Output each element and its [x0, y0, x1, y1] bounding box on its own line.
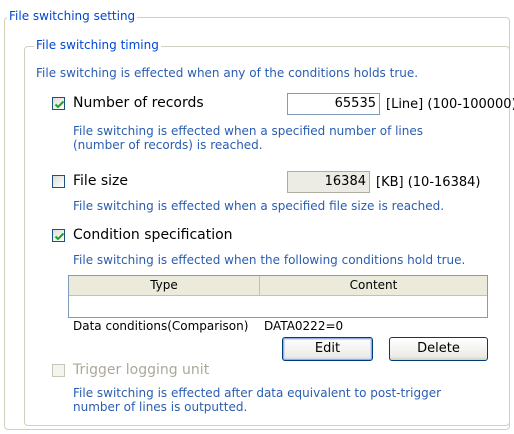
check-mark-icon — [54, 232, 65, 241]
check-mark-icon — [54, 100, 65, 109]
trigger-description-line1: File switching is effected after data eq… — [73, 386, 442, 400]
file-size-input[interactable]: 16384 — [287, 171, 370, 193]
file-size-description: File switching is effected when a specif… — [73, 199, 445, 213]
records-input[interactable]: 65535 — [287, 93, 380, 115]
trigger-description-line2: number of lines is outputted. — [73, 400, 248, 414]
condition-label: Condition specification — [73, 227, 233, 243]
trigger-label: Trigger logging unit — [73, 362, 210, 378]
column-header-content[interactable]: Content — [260, 276, 487, 296]
records-description-line1: File switching is effected when a specif… — [73, 124, 424, 138]
file-switching-timing-title: File switching timing — [34, 38, 161, 52]
file-size-unit: [KB] (10-16384) — [376, 175, 481, 190]
records-label: Number of records — [73, 95, 204, 111]
timing-intro-text: File switching is effected when any of t… — [36, 66, 419, 80]
records-description-line2: (number of records) is reached. — [73, 138, 263, 152]
table-row[interactable]: Data conditions(Comparison) DATA0222=0 — [69, 296, 487, 333]
records-checkbox[interactable] — [52, 97, 65, 110]
cell-content: DATA0222=0 — [264, 319, 344, 333]
edit-button[interactable]: Edit — [282, 337, 373, 361]
file-switching-setting-title: File switching setting — [7, 9, 138, 23]
condition-checkbox[interactable] — [52, 229, 65, 242]
file-size-checkbox[interactable] — [52, 175, 65, 188]
records-unit: [Line] (100-100000) — [386, 97, 514, 112]
cell-type: Data conditions(Comparison) — [73, 319, 249, 333]
trigger-checkbox[interactable] — [52, 364, 65, 377]
file-size-label: File size — [73, 173, 129, 189]
condition-table[interactable]: Type Content Data conditions(Comparison)… — [68, 275, 488, 333]
column-header-type[interactable]: Type — [69, 276, 260, 296]
delete-button[interactable]: Delete — [389, 337, 488, 361]
condition-description: File switching is effected when the foll… — [73, 253, 466, 267]
